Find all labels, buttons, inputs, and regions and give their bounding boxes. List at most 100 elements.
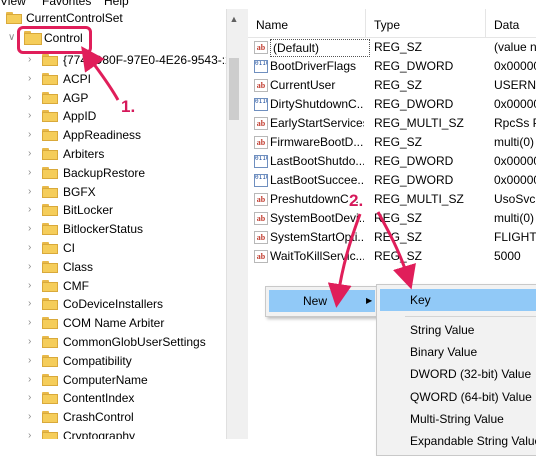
tree-item-label: AppReadiness [63, 128, 142, 143]
chevron-right-icon[interactable]: › [28, 371, 36, 389]
value-type: REG_DWORD [374, 154, 454, 168]
chevron-right-icon[interactable]: › [28, 314, 36, 332]
submenu-item[interactable]: Multi-String Value [380, 408, 536, 430]
column-name-header[interactable]: Name [248, 9, 366, 37]
chevron-right-icon[interactable]: › [28, 427, 36, 439]
value-name: CurrentUser [270, 78, 336, 92]
submenu-item[interactable]: QWORD (64-bit) Value [380, 386, 536, 408]
list-row[interactable]: 0110BootDriverFlags REG_DWORD 0x00000 [248, 57, 536, 76]
menu-bar: View Favorites Help [0, 0, 536, 9]
menu-favorites[interactable]: Favorites [42, 0, 91, 8]
chevron-right-icon[interactable]: › [28, 239, 36, 257]
value-data: multi(0) [494, 211, 535, 225]
value-name: LastBootSuccee... [270, 173, 364, 187]
list-row[interactable]: ab FirmwareBootD... REG_SZ multi(0) [248, 133, 536, 152]
tree-item-label: ACPI [63, 71, 92, 86]
value-data: USERNA [494, 78, 536, 92]
tree-item-label: BackupRestore [63, 165, 146, 180]
tree-item-label: CommonGlobUserSettings [63, 335, 206, 349]
chevron-right-icon[interactable]: › [28, 277, 36, 295]
tree-item-label: Arbiters [63, 147, 105, 161]
tree-item-label: Compatibility [63, 353, 132, 368]
menu-item-label: String Value [410, 323, 475, 337]
submenu-item-key[interactable]: Key [380, 289, 536, 311]
value-type: REG_SZ [374, 230, 423, 244]
tree-item-label: ComputerName [63, 372, 148, 387]
registry-key-tree[interactable]: CurrentControlSet ∨ Control › {7746D80F-9… [0, 9, 242, 439]
menu-help[interactable]: Help [104, 0, 129, 8]
submenu-item[interactable]: DWORD (32-bit) Value [380, 363, 536, 385]
list-header: Name Type Data [248, 9, 536, 38]
annotation-step-1: 1. [121, 97, 136, 116]
chevron-right-icon[interactable]: › [28, 107, 36, 125]
tree-item-label: AGP [63, 90, 89, 105]
tree-item-label: BitlockerStatus [63, 222, 144, 237]
menu-item-label: New [303, 294, 328, 308]
chevron-right-icon[interactable]: › [28, 183, 36, 201]
folder-icon [42, 148, 58, 160]
list-row[interactable]: ab PreshutdownC... REG_MULTI_SZ UsoSvc [248, 190, 536, 209]
list-row[interactable]: 0110LastBootSuccee... REG_DWORD 0x00000 [248, 171, 536, 190]
list-row[interactable]: ab (Default) REG_SZ (value n [248, 38, 536, 57]
value-data: FLIGHT [494, 230, 536, 244]
value-data: 0x00000 [494, 173, 536, 187]
value-name: LastBootShutdo... [270, 154, 364, 168]
value-data: 5000 [494, 249, 521, 263]
submenu-item[interactable]: String Value [380, 319, 536, 341]
menu-item-label: Expandable String Value [410, 434, 536, 448]
column-data-header[interactable]: Data [486, 9, 536, 37]
list-row[interactable]: ab SystemBootDevi... REG_SZ multi(0) [248, 209, 536, 228]
folder-icon [42, 223, 58, 236]
chevron-right-icon[interactable]: › [28, 333, 36, 351]
list-row[interactable]: abCurrentUser REG_SZ USERNA [248, 76, 536, 95]
chevron-right-icon[interactable]: › [28, 408, 36, 426]
tree-item-label: ContentIndex [63, 391, 135, 406]
list-row[interactable]: ab SystemStartOpti... REG_SZ FLIGHT [248, 228, 536, 247]
folder-icon [42, 166, 58, 179]
chevron-right-icon[interactable]: › [28, 201, 36, 219]
folder-icon [42, 185, 58, 198]
folder-icon [42, 411, 58, 424]
chevron-right-icon[interactable]: › [28, 389, 36, 407]
list-row[interactable]: 0110DirtyShutdownC... REG_DWORD 0x00000 [248, 95, 536, 114]
binary-value-icon: 0110 [254, 155, 268, 168]
chevron-right-icon[interactable]: › [28, 70, 36, 88]
value-name: EarlyStartServices [270, 116, 364, 130]
chevron-right-icon[interactable]: › [28, 145, 36, 163]
folder-icon [42, 54, 58, 66]
scroll-up-arrow-icon[interactable]: ▲ [229, 14, 239, 24]
folder-icon [42, 260, 58, 273]
submenu-arrow-icon: ▶ [366, 296, 373, 305]
chevron-right-icon[interactable]: › [28, 352, 36, 370]
chevron-right-icon[interactable]: › [28, 164, 36, 182]
binary-value-icon: 0110 [254, 98, 268, 111]
chevron-right-icon[interactable]: › [28, 89, 36, 107]
tree-item-label: BGFX [63, 184, 96, 199]
value-data: 0x00000 [494, 59, 536, 73]
folder-icon [42, 72, 58, 85]
value-type: REG_SZ [374, 78, 423, 92]
chevron-right-icon[interactable]: › [28, 126, 36, 144]
chevron-down-icon[interactable]: ∨ [8, 29, 16, 47]
string-value-icon: ab [254, 79, 268, 92]
submenu-item[interactable]: Binary Value [380, 341, 536, 363]
folder-icon [6, 12, 22, 24]
menu-view[interactable]: View [0, 0, 26, 8]
column-type-header[interactable]: Type [366, 9, 486, 37]
tree-item-label: CurrentControlSet [26, 11, 123, 25]
folder-icon [42, 298, 58, 311]
list-row[interactable]: 0110LastBootShutdo... REG_DWORD 0x00000 [248, 152, 536, 171]
list-row[interactable]: ab WaitToKillServic... REG_SZ 5000 [248, 247, 536, 266]
tree-scroll-thumb[interactable] [229, 58, 239, 120]
submenu-item[interactable]: Expandable String Value [380, 430, 536, 452]
value-type: REG_MULTI_SZ [374, 116, 464, 130]
new-submenu: Key String Value Binary Value DWORD (32-bi… [376, 284, 536, 456]
list-row[interactable]: abEarlyStartServices REG_MULTI_SZ RpcSs P [248, 114, 536, 133]
value-data: (value n [494, 40, 536, 54]
menu-item-new[interactable]: New ▶ [269, 290, 375, 312]
chevron-right-icon[interactable]: › [28, 295, 36, 313]
chevron-right-icon[interactable]: › [28, 220, 36, 238]
chevron-right-icon[interactable]: › [28, 258, 36, 276]
menu-item-label: Binary Value [410, 345, 478, 360]
tree-item-label: CMF [63, 278, 89, 293]
